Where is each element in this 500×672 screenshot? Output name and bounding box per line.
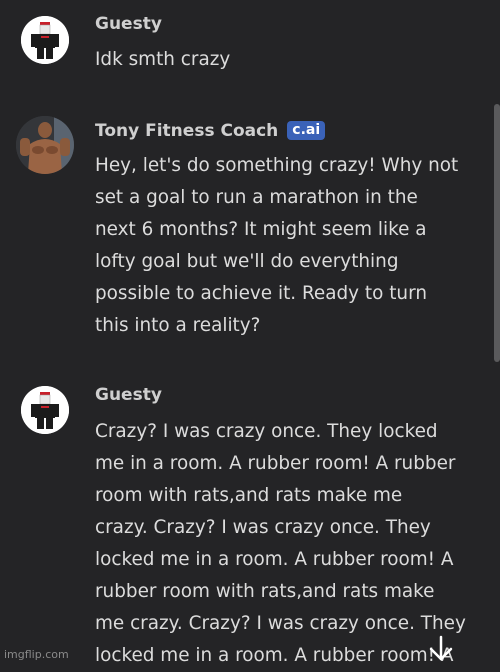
message-text: Hey, let's do something crazy! Why not s… bbox=[95, 150, 487, 342]
message-line: Crazy? I was crazy once. They locked bbox=[95, 421, 438, 442]
message-line: crazy. Crazy? I was crazy once. They bbox=[95, 517, 431, 538]
message-line: rubber room with rats,and rats make bbox=[95, 581, 435, 602]
roblox-guest-avatar-icon bbox=[21, 386, 69, 434]
sender-name: Tony Fitness Coach c.ai bbox=[95, 121, 326, 141]
message-line: locked me in a room. A rubber room! A bbox=[95, 549, 454, 570]
guesty-avatar[interactable] bbox=[21, 16, 69, 64]
message-line: this into a reality? bbox=[95, 315, 261, 336]
sender-name: Guesty bbox=[95, 385, 162, 405]
arrow-down-icon bbox=[429, 635, 453, 661]
message-line: next 6 months? It might seem like a bbox=[95, 219, 427, 240]
message-line: me in a room. A rubber room! A rubber bbox=[95, 453, 456, 474]
coach-avatar[interactable] bbox=[16, 116, 74, 174]
sender-name-text: Tony Fitness Coach bbox=[95, 121, 279, 141]
roblox-guest-avatar-icon bbox=[21, 16, 69, 64]
message-text: Idk smth crazy bbox=[95, 49, 231, 70]
message-line: room with rats,and rats make me bbox=[95, 485, 403, 506]
cai-badge: c.ai bbox=[287, 121, 326, 140]
message-line: Hey, let's do something crazy! Why not bbox=[95, 155, 459, 176]
scroll-down-button[interactable] bbox=[428, 634, 454, 662]
message-line: set a goal to run a marathon in the bbox=[95, 187, 418, 208]
message-line: lofty goal but we'll do everything bbox=[95, 251, 399, 272]
message-line: possible to achieve it. Ready to turn bbox=[95, 283, 427, 304]
scrollbar-thumb[interactable] bbox=[494, 104, 500, 362]
guesty-avatar[interactable] bbox=[21, 386, 69, 434]
fitness-coach-avatar-icon bbox=[16, 116, 74, 174]
sender-name: Guesty bbox=[95, 14, 162, 34]
watermark: imgflip.com bbox=[4, 648, 69, 661]
